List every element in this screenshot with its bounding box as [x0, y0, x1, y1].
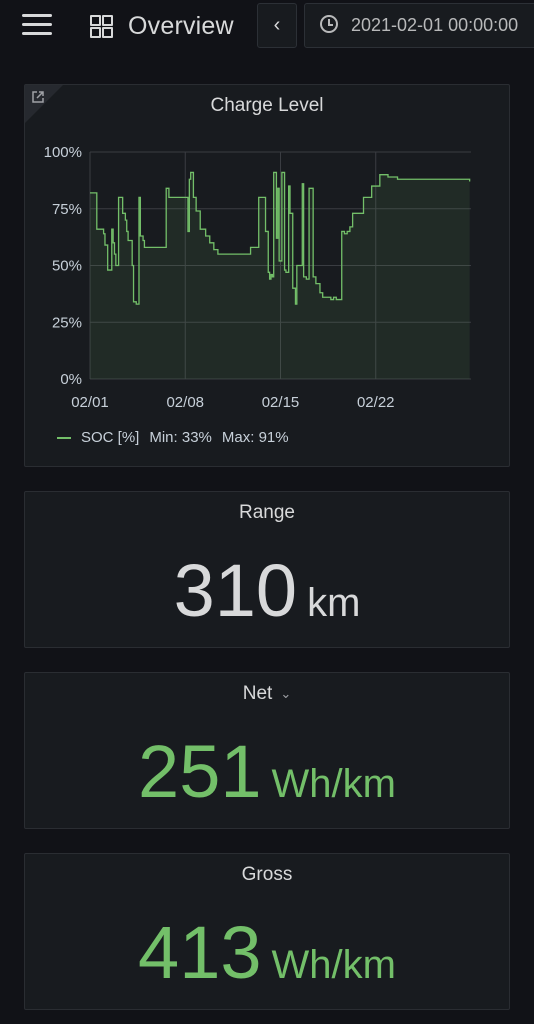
- dashboard-grid-icon: [90, 15, 113, 38]
- dashboard-title[interactable]: Overview: [128, 12, 234, 41]
- y-tick-label: 100%: [44, 144, 82, 161]
- time-range-picker[interactable]: 2021-02-01 00:00:00: [304, 3, 534, 48]
- panel-title: Range: [239, 502, 295, 523]
- top-navbar: Overview ‹ 2021-02-01 00:00:00: [0, 0, 534, 56]
- net-panel: Net ⌄ 251 Wh/km: [24, 672, 510, 829]
- panel-title: Gross: [241, 864, 293, 885]
- time-back-button[interactable]: ‹: [257, 3, 297, 48]
- panel-title[interactable]: Net ⌄: [25, 683, 509, 705]
- y-tick-label: 75%: [52, 201, 82, 218]
- x-tick-label: 02/22: [357, 394, 395, 411]
- gross-stat: 413 Wh/km: [25, 910, 509, 995]
- range-panel: Range 310 km: [24, 491, 510, 648]
- x-tick-label: 02/08: [166, 394, 204, 411]
- y-tick-label: 50%: [52, 258, 82, 275]
- chevron-down-icon[interactable]: ⌄: [280, 686, 291, 702]
- range-stat: 310 km: [25, 548, 509, 633]
- charge-level-panel: Charge Level 0% 25% 50% 75% 100% 02/01 02/08 02…: [24, 84, 510, 467]
- chart-legend[interactable]: SOC [%] Min: 33% Max: 91%: [57, 429, 289, 446]
- legend-min: Min: 33%: [149, 429, 212, 446]
- x-tick-label: 02/01: [71, 394, 109, 411]
- net-stat: 251 Wh/km: [25, 729, 509, 814]
- net-unit: Wh/km: [271, 762, 396, 806]
- soc-area-fill: [90, 172, 470, 379]
- net-title: Net: [242, 683, 273, 704]
- time-range-label: 2021-02-01 00:00:00: [351, 15, 519, 35]
- x-tick-label: 02/15: [262, 394, 300, 411]
- gross-panel: Gross 413 Wh/km: [24, 853, 510, 1010]
- y-tick-label: 0%: [60, 371, 82, 388]
- y-tick-label: 25%: [52, 314, 82, 331]
- legend-swatch: [57, 436, 71, 439]
- chevron-left-icon: ‹: [273, 14, 281, 36]
- range-value: 310: [173, 549, 298, 632]
- range-unit: km: [307, 581, 361, 625]
- gross-value: 413: [138, 911, 262, 994]
- menu-icon[interactable]: [22, 14, 52, 36]
- soc-line-chart[interactable]: 0% 25% 50% 75% 100% 02/01 02/08 02/15 02/22: [25, 85, 511, 468]
- net-value: 251: [138, 730, 262, 813]
- gross-unit: Wh/km: [271, 943, 396, 987]
- legend-max: Max: 91%: [221, 429, 289, 446]
- clock-icon: [320, 15, 338, 33]
- legend-series-name: SOC [%]: [81, 429, 140, 446]
